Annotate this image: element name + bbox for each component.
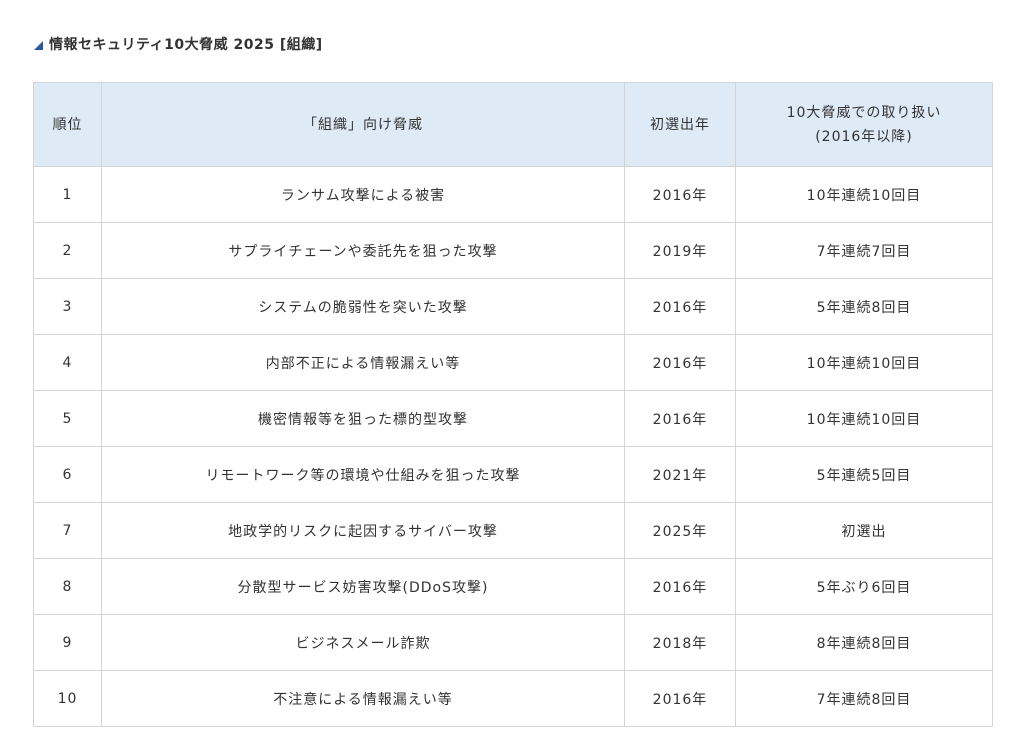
table-row: 5 機密情報等を狙った標的型攻撃 2016年 10年連続10回目	[33, 390, 993, 447]
cell-threat: サプライチェーンや委託先を狙った攻撃	[101, 222, 625, 279]
section-heading: 情報セキュリティ10大脅威 2025 [組織]	[34, 33, 323, 55]
cell-rank: 1	[33, 166, 102, 223]
cell-handling: 初選出	[735, 502, 993, 559]
table-row: 4 内部不正による情報漏えい等 2016年 10年連続10回目	[33, 334, 993, 391]
cell-threat: 内部不正による情報漏えい等	[101, 334, 625, 391]
cell-first-year: 2019年	[624, 222, 736, 279]
table-row: 10 不注意による情報漏えい等 2016年 7年連続8回目	[33, 670, 993, 727]
cell-threat: 機密情報等を狙った標的型攻撃	[101, 390, 625, 447]
cell-handling: 5年連続5回目	[735, 446, 993, 503]
table-row: 7 地政学的リスクに起因するサイバー攻撃 2025年 初選出	[33, 502, 993, 559]
cell-first-year: 2016年	[624, 334, 736, 391]
cell-handling: 5年ぶり6回目	[735, 558, 993, 615]
cell-handling: 10年連続10回目	[735, 166, 993, 223]
triangle-marker-icon	[34, 40, 43, 50]
section-title: 情報セキュリティ10大脅威 2025 [組織]	[49, 37, 323, 53]
table-row: 3 システムの脆弱性を突いた攻撃 2016年 5年連続8回目	[33, 278, 993, 335]
header-first-year: 初選出年	[624, 82, 736, 167]
table-row: 1 ランサム攻撃による被害 2016年 10年連続10回目	[33, 166, 993, 223]
cell-rank: 9	[33, 614, 102, 671]
cell-handling: 5年連続8回目	[735, 278, 993, 335]
cell-rank: 5	[33, 390, 102, 447]
cell-threat: システムの脆弱性を突いた攻撃	[101, 278, 625, 335]
cell-handling: 8年連続8回目	[735, 614, 993, 671]
cell-first-year: 2018年	[624, 614, 736, 671]
cell-rank: 10	[33, 670, 102, 727]
cell-handling: 7年連続7回目	[735, 222, 993, 279]
cell-rank: 2	[33, 222, 102, 279]
cell-threat: 不注意による情報漏えい等	[101, 670, 625, 727]
header-handling: 10大脅威での取り扱い (2016年以降)	[735, 82, 993, 167]
table-row: 6 リモートワーク等の環境や仕組みを狙った攻撃 2021年 5年連続5回目	[33, 446, 993, 503]
header-handling-line2: (2016年以降)	[815, 128, 913, 145]
cell-rank: 8	[33, 558, 102, 615]
cell-first-year: 2016年	[624, 670, 736, 727]
cell-rank: 6	[33, 446, 102, 503]
header-handling-line1: 10大脅威での取り扱い	[786, 104, 942, 121]
cell-handling: 7年連続8回目	[735, 670, 993, 727]
cell-rank: 7	[33, 502, 102, 559]
cell-threat: ビジネスメール詐欺	[101, 614, 625, 671]
cell-first-year: 2021年	[624, 446, 736, 503]
cell-handling: 10年連続10回目	[735, 334, 993, 391]
cell-threat: 分散型サービス妨害攻撃(DDoS攻撃)	[101, 558, 625, 615]
header-threat: 「組織」向け脅威	[101, 82, 625, 167]
header-rank: 順位	[33, 82, 102, 167]
cell-first-year: 2016年	[624, 390, 736, 447]
threats-table: 順位 「組織」向け脅威 初選出年 10大脅威での取り扱い (2016年以降) 1…	[33, 82, 993, 727]
cell-rank: 3	[33, 278, 102, 335]
cell-first-year: 2025年	[624, 502, 736, 559]
cell-threat: 地政学的リスクに起因するサイバー攻撃	[101, 502, 625, 559]
cell-threat: ランサム攻撃による被害	[101, 166, 625, 223]
table-row: 8 分散型サービス妨害攻撃(DDoS攻撃) 2016年 5年ぶり6回目	[33, 558, 993, 615]
cell-first-year: 2016年	[624, 558, 736, 615]
cell-handling: 10年連続10回目	[735, 390, 993, 447]
cell-threat: リモートワーク等の環境や仕組みを狙った攻撃	[101, 446, 625, 503]
cell-first-year: 2016年	[624, 278, 736, 335]
cell-first-year: 2016年	[624, 166, 736, 223]
table-row: 2 サプライチェーンや委託先を狙った攻撃 2019年 7年連続7回目	[33, 222, 993, 279]
table-row: 9 ビジネスメール詐欺 2018年 8年連続8回目	[33, 614, 993, 671]
table-header-row: 順位 「組織」向け脅威 初選出年 10大脅威での取り扱い (2016年以降)	[33, 82, 993, 167]
cell-rank: 4	[33, 334, 102, 391]
